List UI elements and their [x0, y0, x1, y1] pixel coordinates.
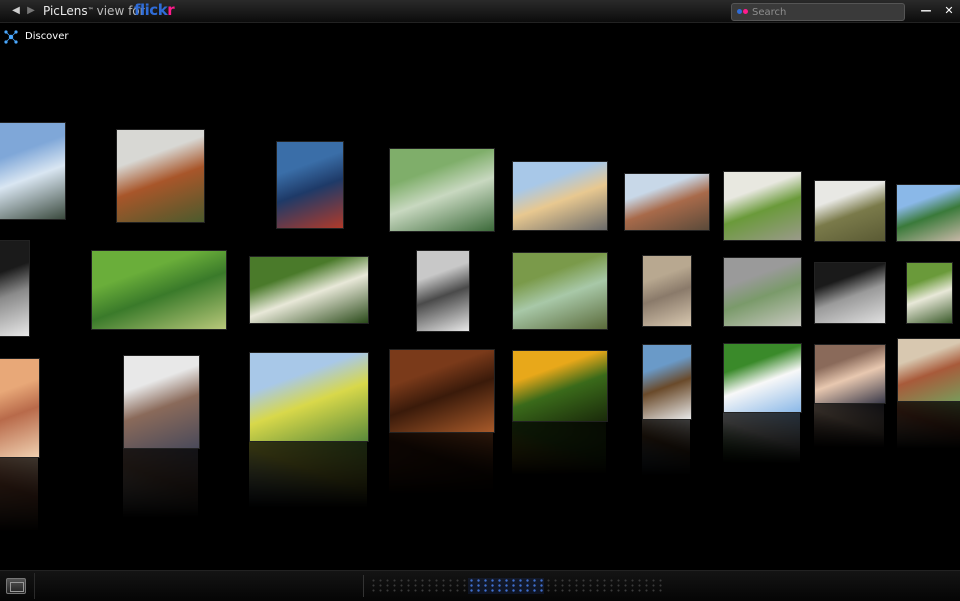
forward-arrow-icon[interactable]: ▶ — [25, 4, 37, 18]
search-input[interactable] — [752, 4, 900, 20]
photo-reflection — [249, 442, 367, 508]
discover-label: Discover — [25, 31, 69, 42]
photo-grass-field[interactable] — [91, 250, 227, 330]
discover-icon — [4, 30, 18, 44]
photo-green-tree-house[interactable] — [896, 184, 960, 242]
photo-meadow-trees[interactable] — [249, 352, 369, 442]
photo-face-closeup[interactable] — [0, 358, 40, 458]
app-title: PicLens™ view for — [43, 3, 145, 19]
photo-fountain-garden[interactable] — [723, 257, 802, 327]
photo-potted-plant[interactable] — [723, 171, 802, 241]
photo-white-flower[interactable] — [906, 262, 953, 324]
photo-dog-house[interactable] — [897, 338, 960, 402]
bottom-bar — [0, 570, 960, 601]
search-box[interactable] — [731, 3, 905, 21]
flickr-logo-part1: flick — [134, 1, 168, 19]
photo-yellow-flowers[interactable] — [512, 350, 608, 422]
photo-reflection — [814, 404, 884, 448]
flickr-dots-icon — [737, 9, 749, 15]
photo-wooden-tower[interactable] — [642, 344, 692, 420]
photo-dark-orange-texture[interactable] — [389, 349, 495, 433]
photo-child-meadow[interactable] — [512, 252, 608, 330]
photo-sky-landscape[interactable] — [0, 122, 66, 220]
photo-car-trunk[interactable] — [276, 141, 344, 229]
photo-reflection — [512, 422, 606, 475]
photo-iron-gate-bw[interactable] — [814, 262, 886, 324]
photo-shoes-bw[interactable] — [0, 240, 30, 337]
minimize-button[interactable]: — — [919, 4, 933, 18]
photo-reflection — [897, 402, 960, 449]
photo-couple-couch[interactable] — [814, 344, 886, 404]
divider — [34, 573, 35, 599]
flickr-logo: flickr — [134, 1, 175, 19]
scrubber-window[interactable] — [468, 578, 544, 594]
trademark: ™ — [87, 7, 94, 14]
photo-stone-carving[interactable] — [642, 255, 692, 327]
photo-reflection — [0, 458, 38, 532]
photo-desk-papers[interactable] — [123, 355, 200, 449]
photo-golf-ball[interactable] — [723, 343, 802, 413]
photo-wall — [0, 50, 960, 570]
photo-autumn-tree[interactable] — [116, 129, 205, 223]
photo-leaf-macro[interactable] — [389, 148, 495, 232]
back-arrow-icon[interactable]: ◀ — [10, 4, 22, 18]
photo-light-icon-tile[interactable] — [814, 180, 886, 242]
photo-building-bw[interactable] — [416, 250, 470, 332]
close-button[interactable]: ✕ — [942, 4, 956, 18]
photo-dandelion[interactable] — [249, 256, 369, 324]
photo-people-bridge[interactable] — [512, 161, 608, 231]
thumbnail-toggle-icon[interactable] — [6, 578, 26, 594]
title-bar: ◀ ▶ PicLens™view for flickr — ✕ — [0, 0, 960, 23]
photo-lying-person[interactable] — [624, 173, 710, 231]
photo-reflection — [642, 420, 690, 476]
photo-reflection — [389, 433, 493, 495]
scrubber[interactable] — [363, 575, 666, 597]
photo-reflection — [723, 413, 800, 464]
flickr-logo-part2: r — [167, 1, 175, 19]
brand-name: PicLens — [43, 4, 88, 18]
photo-reflection — [123, 449, 198, 518]
